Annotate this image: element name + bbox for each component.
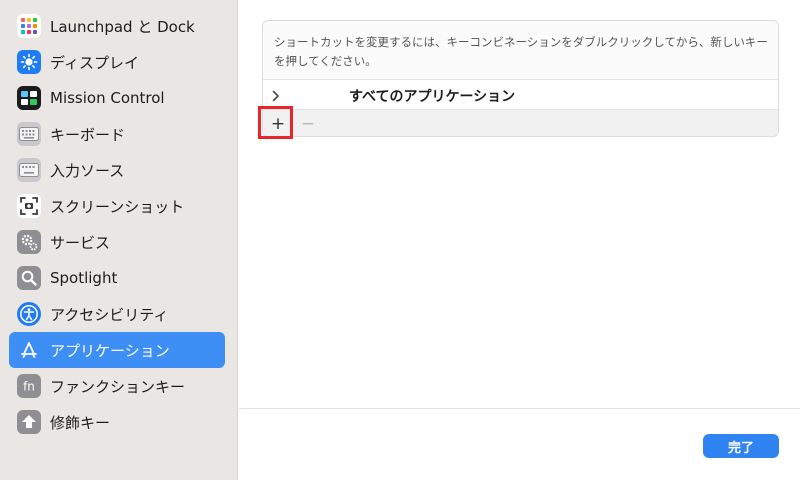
shortcut-content-pane: ショートカットを変更するには、キーコンビネーションをダブルクリックしてから、新し… <box>239 0 800 480</box>
sidebar-item-label: アクセシビリティ <box>50 305 169 324</box>
sidebar-item-label: キーボード <box>50 125 126 144</box>
sidebar-item-accessibility[interactable]: アクセシビリティ <box>9 296 225 332</box>
list-toolbar: + − <box>263 109 778 136</box>
input-source-icon <box>17 158 41 182</box>
sidebar-item-launchpad-dock[interactable]: Launchpad と Dock <box>9 8 225 44</box>
sidebar-item-label: 修飾キー <box>50 413 111 432</box>
modifier-key-icon <box>17 410 41 434</box>
spotlight-search-icon <box>17 266 41 290</box>
sidebar-item-spotlight[interactable]: Spotlight <box>9 260 225 296</box>
svg-text:fn: fn <box>23 380 35 394</box>
all-applications-label: すべてのアプリケーション <box>349 89 516 105</box>
sidebar-item-label: Launchpad と Dock <box>50 17 195 36</box>
instruction-text: ショートカットを変更するには、キーコンビネーションをダブルクリックしてから、新し… <box>274 35 768 68</box>
mission-control-icon <box>17 86 41 110</box>
app-store-icon <box>17 338 41 362</box>
sidebar-item-label: Spotlight <box>50 269 118 287</box>
sidebar-item-input-sources[interactable]: 入力ソース <box>9 152 225 188</box>
sidebar-item-applications[interactable]: アプリケーション <box>9 332 225 368</box>
all-applications-row[interactable]: すべてのアプリケーション <box>263 79 778 109</box>
sidebar-item-label: ファンクションキー <box>50 377 186 396</box>
sidebar-item-label: Mission Control <box>50 89 165 107</box>
launchpad-icon <box>17 14 41 38</box>
display-icon <box>17 50 41 74</box>
chevron-right-icon[interactable] <box>271 88 281 102</box>
shortcut-list-panel: ショートカットを変更するには、キーコンビネーションをダブルクリックしてから、新し… <box>262 20 779 137</box>
sidebar-item-mission-control[interactable]: Mission Control <box>9 80 225 116</box>
accessibility-icon <box>17 302 41 326</box>
done-button[interactable]: 完了 <box>703 434 779 458</box>
sidebar-item-label: スクリーンショット <box>50 197 185 216</box>
footer-divider <box>239 408 800 409</box>
services-gear-icon <box>17 230 41 254</box>
sidebar-item-label: ディスプレイ <box>50 53 139 72</box>
keyboard-icon <box>17 122 41 146</box>
sidebar-item-label: サービス <box>50 233 111 252</box>
sidebar-item-label: 入力ソース <box>50 161 125 180</box>
fn-key-icon: fn <box>17 374 41 398</box>
remove-shortcut-button[interactable]: − <box>295 110 321 136</box>
sidebar: Launchpad と Dock ディスプレイ Mission Control … <box>0 0 238 480</box>
add-button-highlight-box <box>258 106 293 139</box>
sidebar-item-screenshots[interactable]: スクリーンショット <box>9 188 225 224</box>
sidebar-item-modifier-keys[interactable]: 修飾キー <box>9 404 225 440</box>
screenshot-icon <box>17 194 41 218</box>
sidebar-item-label: アプリケーション <box>50 341 170 360</box>
sidebar-item-keyboard[interactable]: キーボード <box>9 116 225 152</box>
sidebar-item-function-keys[interactable]: fn ファンクションキー <box>9 368 225 404</box>
sidebar-item-services[interactable]: サービス <box>9 224 225 260</box>
sidebar-item-display[interactable]: ディスプレイ <box>9 44 225 80</box>
